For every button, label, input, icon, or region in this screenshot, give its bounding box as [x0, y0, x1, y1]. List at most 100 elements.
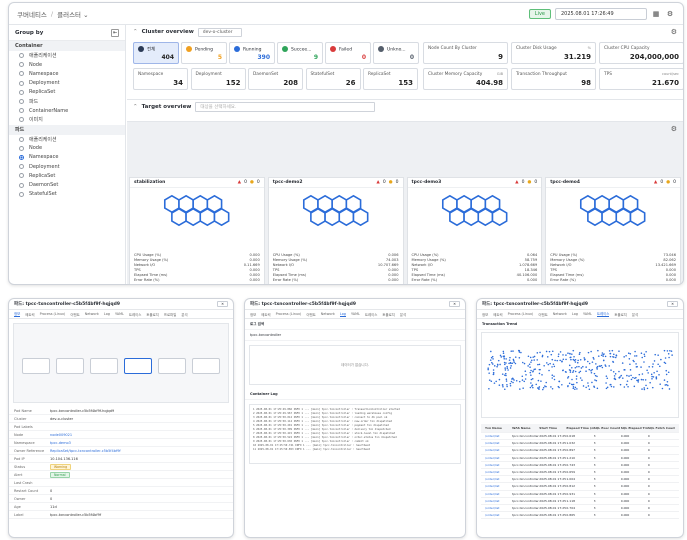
tab[interactable]: Process (Linux) [40, 312, 66, 316]
table-cell[interactable]: /order/list [485, 499, 512, 503]
topology-node[interactable] [90, 358, 118, 374]
sidebar-radio-item[interactable]: Node [9, 60, 125, 69]
time-range-picker[interactable]: 2025.08.01 17:26:49 [555, 7, 647, 20]
tab[interactable]: 토폴로지 [382, 312, 394, 317]
live-toggle[interactable]: Live [528, 8, 551, 19]
node-hex[interactable] [615, 207, 632, 227]
radio-icon[interactable] [19, 71, 24, 77]
count-card[interactable]: DaemonSet 208 [248, 68, 303, 90]
tab[interactable]: Network [85, 312, 99, 316]
table-row[interactable]: /order/list tpcc-txncontroller 2025.08.01 … [481, 447, 679, 455]
node-hex[interactable] [199, 207, 216, 227]
metric-card[interactable]: Cluster CPU Capacity 204,000,000 [599, 42, 683, 64]
tab[interactable]: 이벤트 [70, 312, 79, 317]
radio-icon[interactable] [19, 53, 24, 59]
radio-icon[interactable] [19, 80, 24, 86]
column-header[interactable]: SQL Exec Count [594, 426, 621, 430]
tab[interactable]: 트레이스 [129, 312, 141, 317]
cluster-panel[interactable]: stabilization ▲ 0 ● 0 CPU Usage (%) 0.000 Memor… [129, 177, 265, 284]
cluster-select[interactable]: dev-o-cluster [197, 27, 242, 37]
sidebar-radio-item[interactable]: Node [9, 144, 125, 153]
sidebar-radio-item[interactable]: Namespace [9, 153, 125, 162]
close-icon[interactable]: ✕ [217, 301, 228, 307]
tab[interactable]: YAML [115, 312, 124, 316]
count-card[interactable]: StatefulSet 26 [305, 68, 361, 90]
node-hex[interactable] [587, 207, 604, 227]
tab[interactable]: 토폴로지 [146, 312, 158, 317]
status-card[interactable]: Pending 5 [181, 42, 227, 64]
field-value[interactable]: ReplicaSet/tpcc-txncontroller-c5b5f4bf9f [50, 449, 121, 453]
sidebar-radio-item[interactable]: Deployment [9, 162, 125, 171]
tab[interactable]: 메트릭 [493, 312, 502, 317]
table-cell[interactable]: /order/list [485, 470, 512, 474]
column-header[interactable]: Start Time [539, 426, 566, 430]
tab[interactable]: 분석 [400, 312, 406, 317]
transaction-scatter[interactable] [481, 332, 679, 418]
radio-icon[interactable] [19, 117, 24, 123]
field-value[interactable]: node009021 [50, 433, 72, 437]
breadcrumb-current[interactable]: 클러스터 ⌄ [57, 9, 88, 19]
close-icon[interactable]: ✕ [449, 301, 460, 307]
topology-node[interactable] [192, 358, 220, 374]
settings-icon[interactable]: ⚙ [665, 9, 675, 19]
status-card[interactable]: Unkno... 0 [373, 42, 419, 64]
tab[interactable]: 메트릭 [261, 312, 270, 317]
table-row[interactable]: /order/list tpcc-txncontroller 2025.08.01 … [481, 512, 679, 520]
topology-node[interactable] [56, 358, 84, 374]
topology-node[interactable] [158, 358, 186, 374]
radio-icon[interactable] [19, 145, 24, 151]
table-row[interactable]: /order/list tpcc-txncontroller 2025.08.01 … [481, 455, 679, 462]
table-row[interactable]: /order/list tpcc-txncontroller 2025.08.01 … [481, 469, 679, 477]
column-header[interactable]: WAS Name [512, 426, 539, 430]
breadcrumb-root[interactable]: 쿠버네티스 [17, 9, 47, 19]
count-card[interactable]: Deployment 152 [190, 68, 246, 90]
radio-icon[interactable] [19, 173, 24, 179]
table-row[interactable]: /order/list tpcc-txncontroller 2025.08.01 … [481, 433, 679, 441]
node-hex[interactable] [324, 207, 340, 227]
node-hex[interactable] [309, 207, 326, 227]
collapse-chevron-icon[interactable]: ⌃ [133, 29, 138, 35]
table-cell[interactable]: /order/list [485, 492, 512, 496]
node-hex[interactable] [476, 207, 493, 227]
node-hex[interactable] [352, 207, 369, 227]
gear-icon[interactable]: ⚙ [671, 125, 677, 133]
status-card[interactable]: Running 390 [229, 42, 275, 64]
radio-icon[interactable] [19, 136, 24, 142]
table-row[interactable]: /order/list tpcc-txncontroller 2025.08.01 … [481, 440, 679, 448]
count-card[interactable]: ReplicaSet 153 [363, 68, 418, 90]
tab[interactable]: 프로파일 [164, 312, 176, 317]
sidebar-radio-item[interactable]: StatefulSet [9, 190, 125, 199]
table-row[interactable]: /order/list tpcc-txncontroller 2025.08.01 … [481, 505, 679, 513]
tab[interactable]: Network [553, 312, 567, 316]
radio-icon[interactable] [19, 191, 24, 197]
table-cell[interactable]: /order/list [485, 456, 512, 460]
sidebar-radio-item[interactable]: ReplicaSet [9, 88, 125, 97]
node-hex[interactable] [213, 207, 230, 227]
column-header[interactable]: SQL Fetch Count [648, 426, 675, 430]
radio-icon[interactable] [19, 89, 24, 95]
table-cell[interactable]: /order/list [485, 513, 512, 517]
topology-node[interactable] [124, 358, 152, 374]
target-select[interactable]: 대상을 선택하세요. [195, 102, 376, 112]
table-row[interactable]: /order/list tpcc-txncontroller 2025.08.01 … [481, 498, 679, 505]
tab[interactable]: 정보 [482, 312, 488, 317]
table-cell[interactable]: /order/list [485, 484, 512, 488]
table-cell[interactable]: /order/list [485, 448, 512, 452]
cluster-panel[interactable]: tpcc-demo3 ▲ 0 ● 0 CPU Usage (%) 0.064 Memory U… [406, 177, 543, 284]
gear-icon[interactable]: ⚙ [671, 28, 677, 36]
sidebar-radio-item[interactable]: 파드 [9, 97, 125, 106]
table-cell[interactable]: /order/list [485, 434, 512, 438]
tab[interactable]: 이벤트 [306, 312, 315, 317]
topology-node[interactable] [22, 358, 50, 374]
tab[interactable]: YAML [583, 312, 592, 316]
table-row[interactable]: /order/list tpcc-txncontroller 2025.08.01 … [481, 476, 679, 484]
node-hex[interactable] [171, 207, 187, 227]
tab[interactable]: 정보 [250, 312, 256, 317]
radio-icon[interactable] [19, 108, 24, 114]
tab[interactable]: Network [321, 312, 335, 316]
table-row[interactable]: /order/list tpcc-txncontroller 2025.08.01 … [481, 462, 679, 469]
tab[interactable]: 토폴로지 [614, 312, 626, 317]
tab[interactable]: Process (Linux) [276, 312, 302, 316]
metric-card[interactable]: Transaction Throughput 98 [511, 68, 596, 90]
table-row[interactable]: /order/list tpcc-txncontroller 2025.08.01 … [481, 491, 679, 498]
